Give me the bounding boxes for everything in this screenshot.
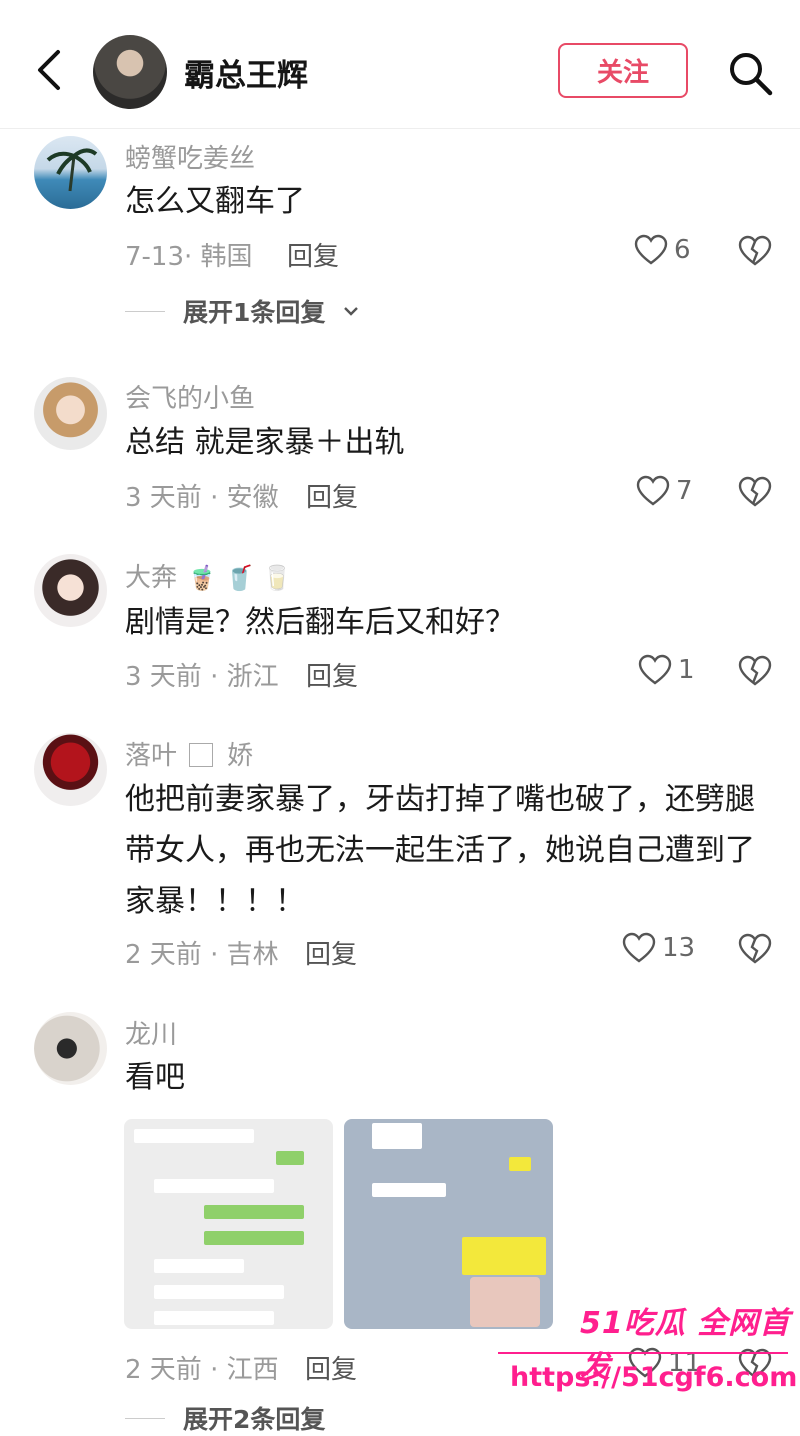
comment-text: 他把前妻家暴了，牙齿打掉了嘴也破了，还劈腿带女人，再也无法一起生活了，她说自己遭… [125,782,755,919]
like-count: 1 [678,655,695,685]
follow-button[interactable]: 关注 [558,43,688,98]
top-bar: 霸总王辉 关注 [0,0,800,129]
comment-username[interactable]: 会飞的小鱼 [125,378,255,415]
username-emojis: 🧋 🥤 🥛 [187,564,292,592]
like-button[interactable]: 1 [638,654,695,686]
reply-button[interactable]: 回复 [305,1349,357,1386]
heart-icon [634,234,668,265]
expand-replies-label: 展开1条回复 [183,298,326,327]
expand-replies[interactable]: 展开2条回复 [125,1400,325,1436]
search-icon[interactable] [725,48,775,98]
comment-username[interactable]: 螃蟹吃姜丝 [125,138,255,175]
like-count: 13 [662,933,696,963]
user-avatar[interactable] [34,377,107,450]
like-count: 7 [676,476,693,506]
username-part-1: 落叶 [125,741,178,771]
user-avatar[interactable] [34,733,107,806]
expand-replies[interactable]: 展开1条回复 [125,293,359,329]
broken-heart-icon[interactable] [738,655,772,687]
profile-name[interactable]: 霸总王辉 [184,50,308,95]
back-arrow-icon[interactable] [30,48,70,92]
chevron-down-icon [344,307,359,316]
divider [125,310,165,312]
comment-meta: 3 天前 · 浙江 [125,662,279,692]
like-count: 6 [674,235,691,265]
username-text: 大奔 [125,563,178,593]
unknown-glyph-box [189,743,214,767]
comment-text: 怎么又翻车了 [125,184,305,219]
user-avatar[interactable] [34,1012,107,1085]
username-part-2: 娇 [227,741,254,771]
comment-text: 看吧 [125,1060,185,1095]
expand-replies-label: 展开2条回复 [183,1405,326,1434]
reply-button[interactable]: 回复 [305,934,357,971]
comment-meta: 2 天前 · 江西 [125,1355,279,1385]
palm-tree-image [46,148,98,192]
comment-meta: 7-13· 韩国 [125,242,253,272]
user-avatar[interactable] [34,554,107,627]
like-button[interactable]: 13 [622,932,695,964]
divider [125,1417,165,1419]
heart-icon [636,475,670,506]
broken-heart-icon[interactable] [738,235,772,267]
comment-meta: 2 天前 · 吉林 [125,940,279,970]
broken-heart-icon[interactable] [738,476,772,508]
heart-icon [638,654,672,685]
watermark-underline [498,1352,788,1354]
reply-button[interactable]: 回复 [287,236,339,273]
reply-button[interactable]: 回复 [306,656,358,693]
comment-username[interactable]: 龙川 [125,1014,177,1051]
broken-heart-icon[interactable] [738,933,772,965]
watermark-url: https://51cgf6.com [510,1362,798,1393]
reply-button[interactable]: 回复 [306,477,358,514]
like-button[interactable]: 7 [636,475,693,507]
comment-username[interactable]: 落叶 娇 [125,735,253,772]
heart-icon [622,932,656,963]
comment-username[interactable]: 大奔 🧋 🥤 🥛 [125,557,292,594]
user-avatar[interactable] [34,136,107,209]
like-button[interactable]: 6 [634,234,691,266]
comment-image-chat-screenshot-2[interactable] [344,1119,553,1329]
comment-image-chat-screenshot-1[interactable] [124,1119,333,1329]
profile-avatar[interactable] [93,35,167,109]
comment-text: 剧情是？然后翻车后又和好？ [125,605,515,640]
comment-text: 总结 就是家暴＋出轨 [125,425,405,460]
comment-meta: 3 天前 · 安徽 [125,483,279,513]
